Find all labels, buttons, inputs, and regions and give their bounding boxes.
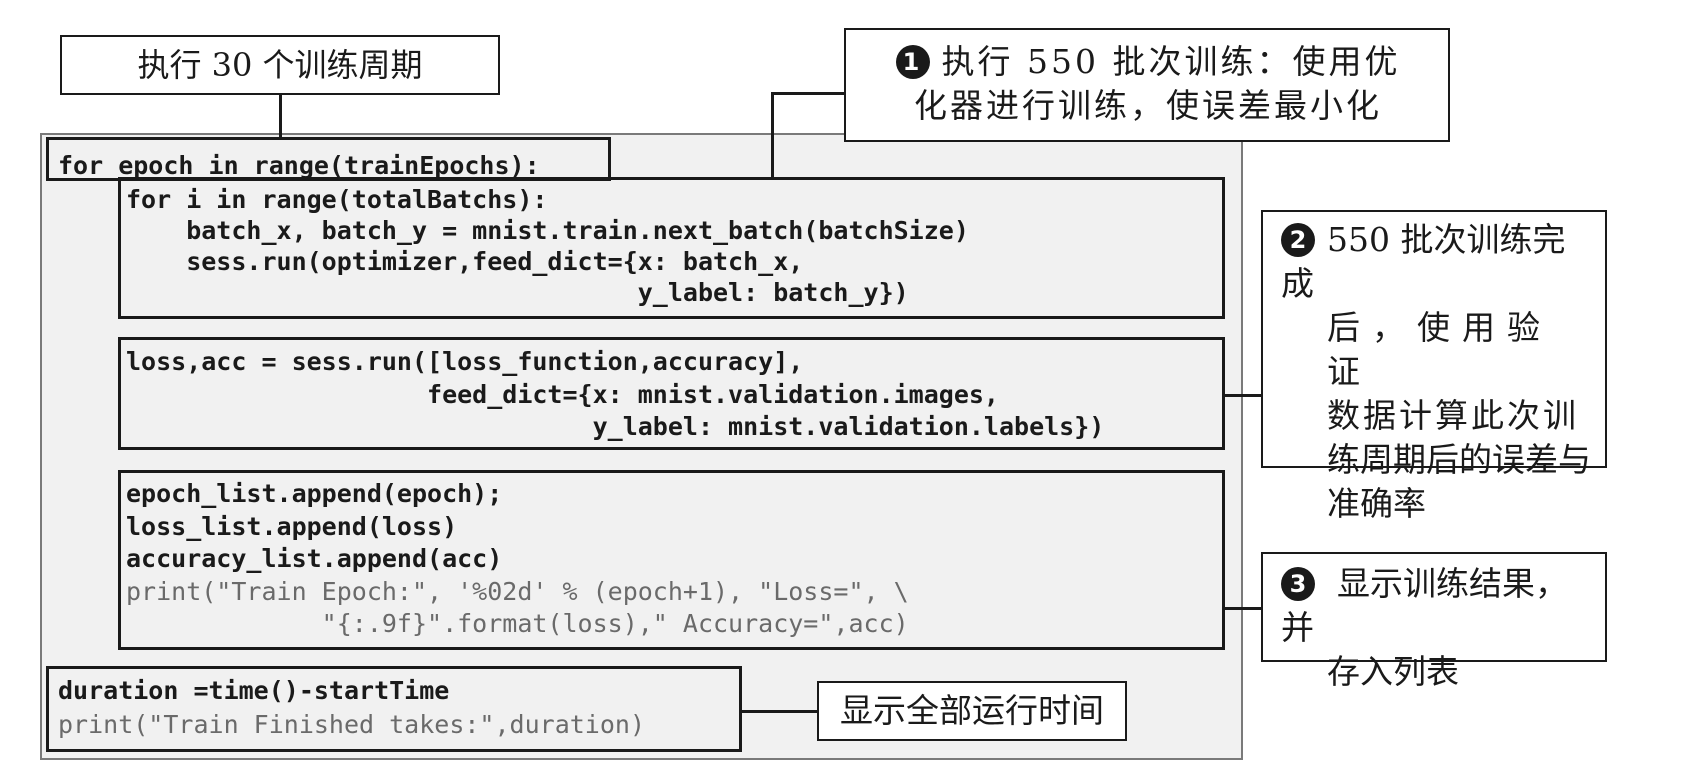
step2-line1-wrap: 2 550 批次训练完成	[1281, 218, 1595, 306]
duration-callout-text: 显示全部运行时间	[840, 691, 1104, 730]
duration-connector	[742, 710, 817, 713]
code-batch-line-2: batch_x, batch_y = mnist.train.next_batc…	[126, 216, 969, 245]
step1-callout: 1 执行 550 批次训练：使用优 化器进行训练，使误差最小化	[844, 28, 1450, 142]
code-batch-line-3: sess.run(optimizer,feed_dict={x: batch_x…	[126, 247, 804, 276]
step1-connector-h	[772, 92, 844, 95]
epochs-callout-text: 执行 30 个训练周期	[137, 46, 423, 84]
step1-line1: 执行 550 批次训练：使用优	[941, 42, 1401, 81]
step1-badge: 1	[895, 45, 930, 79]
step1-line2: 化器进行训练，使误差最小化	[914, 86, 1382, 125]
step3-connector	[1225, 607, 1261, 610]
code-duration-line-2: print("Train Finished takes:",duration)	[58, 710, 645, 739]
code-record-line-1: epoch_list.append(epoch);	[126, 479, 503, 508]
step1-line1-wrap: 1 执行 550 批次训练：使用优	[862, 40, 1434, 84]
step3-line1-wrap: 3 显示训练结果，并	[1281, 562, 1595, 650]
epochs-connector	[279, 95, 282, 137]
code-record-line-3: accuracy_list.append(acc)	[126, 544, 503, 573]
step2-line3: 数据计算此次训	[1327, 396, 1579, 435]
step3-callout: 3 显示训练结果，并 存入列表	[1261, 552, 1607, 691]
code-record-line-2: loss_list.append(loss)	[126, 512, 458, 541]
code-validation-line-3: y_label: mnist.validation.labels})	[126, 412, 1105, 441]
step2-badge: 2	[1281, 223, 1315, 257]
code-batch-line-4: y_label: batch_y})	[126, 278, 909, 307]
code-record-line-5: "{:.9f}".format(loss)," Accuracy=",acc)	[126, 609, 909, 638]
code-validation-line-1: loss,acc = sess.run([loss_function,accur…	[126, 347, 804, 376]
step2-line5: 准确率	[1327, 484, 1426, 523]
step2-connector	[1225, 394, 1261, 397]
step3-badge: 3	[1281, 567, 1315, 601]
duration-callout: 显示全部运行时间	[817, 681, 1127, 741]
step2-line4: 练周期后的误差与	[1327, 440, 1591, 479]
step3-line1: 显示训练结果，并	[1281, 564, 1568, 647]
epochs-callout: 执行 30 个训练周期	[60, 35, 500, 95]
step1-connector-v	[771, 92, 774, 179]
step2-line2: 后，使用验证	[1327, 308, 1552, 391]
code-batch-line-1: for i in range(totalBatchs):	[126, 185, 548, 214]
step2-line1: 550 批次训练完成	[1281, 220, 1566, 303]
step3-line2: 存入列表	[1327, 652, 1459, 691]
step2-callout: 2 550 批次训练完成 后，使用验证 数据计算此次训 练周期后的误差与 准确率	[1261, 210, 1607, 523]
code-record-line-4: print("Train Epoch:", '%02d' % (epoch+1)…	[126, 577, 909, 606]
code-duration-line-1: duration =time()-startTime	[58, 676, 450, 705]
code-validation-line-2: feed_dict={x: mnist.validation.images,	[126, 380, 999, 409]
